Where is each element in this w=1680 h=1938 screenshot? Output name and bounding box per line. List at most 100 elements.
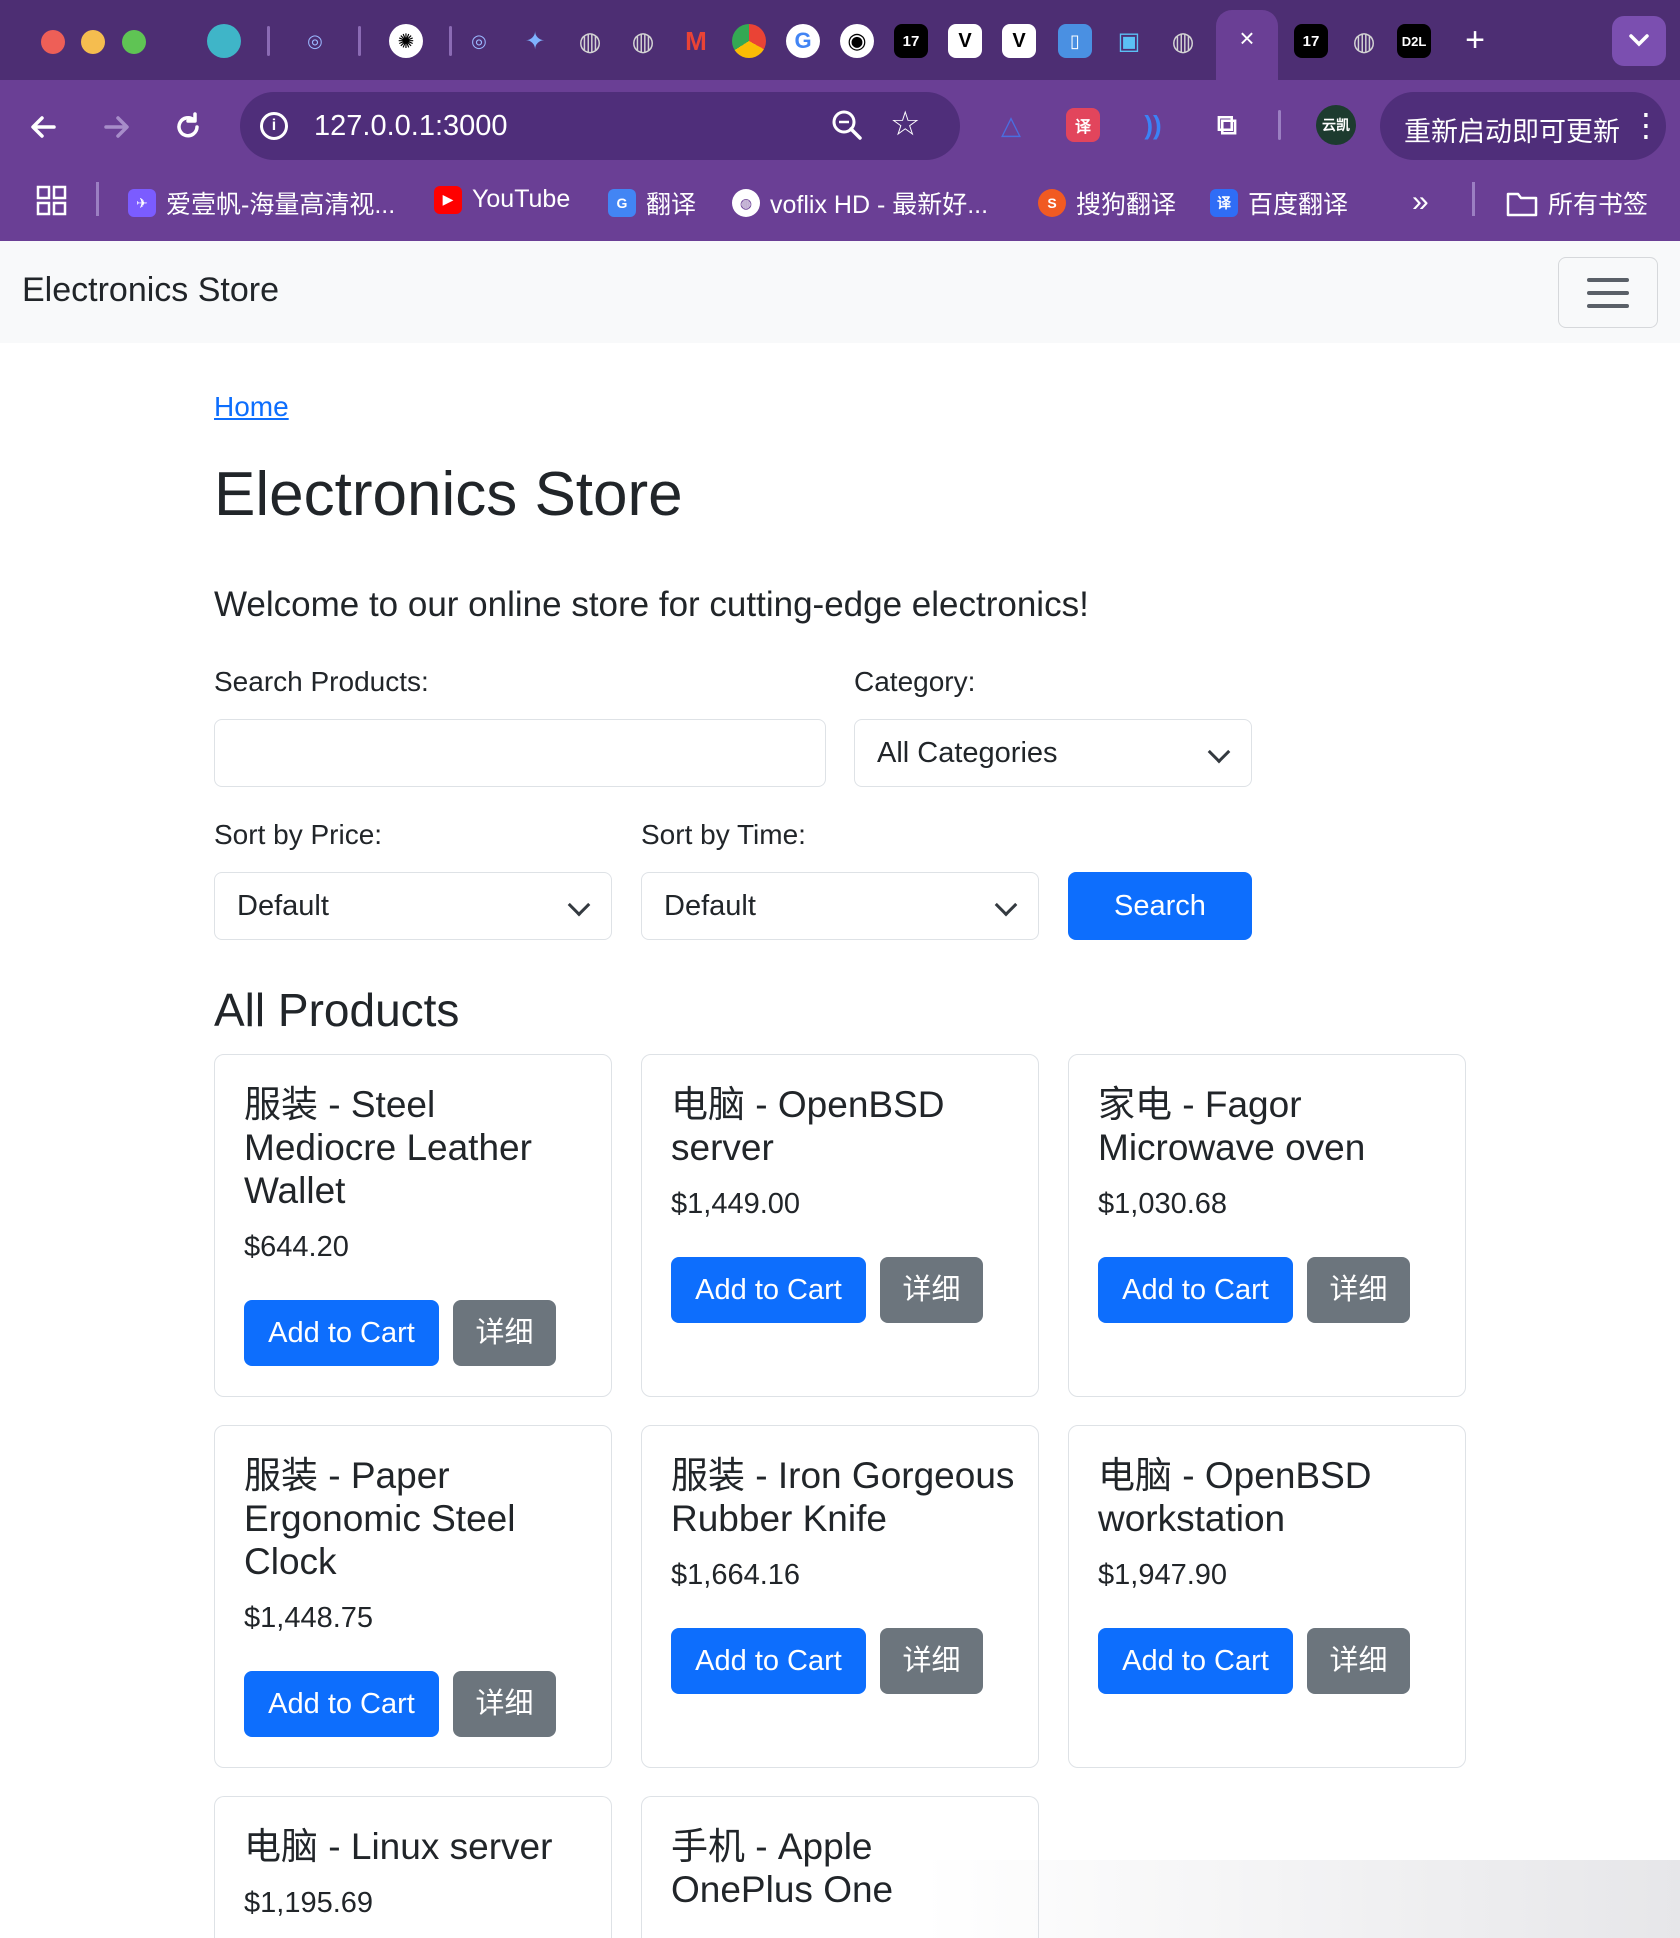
search-input[interactable] — [214, 719, 826, 787]
back-button[interactable] — [24, 107, 64, 147]
minimize-window-button[interactable] — [81, 30, 105, 54]
product-card: 服装 - Steel Mediocre Leather Wallet $644.… — [214, 1054, 612, 1397]
github-icon[interactable]: ◉ — [840, 24, 874, 58]
hamburger-icon — [1587, 278, 1629, 282]
tab-badge-icon[interactable]: 17 — [1294, 24, 1328, 58]
tab-icon[interactable] — [207, 24, 241, 58]
bookmark-divider — [1472, 182, 1475, 216]
tab-badge-icon[interactable]: D2L — [1397, 24, 1431, 58]
tab-badge-icon[interactable]: V — [1002, 24, 1036, 58]
more-bookmarks-icon[interactable]: » — [1412, 185, 1429, 219]
hamburger-icon-bar — [1587, 304, 1629, 308]
bookmark-item[interactable]: ◍ voflix HD - 最新好... — [732, 185, 988, 221]
globe-icon[interactable]: ◍ — [1166, 24, 1200, 58]
new-tab-button[interactable]: + — [1460, 22, 1490, 58]
bilibili-icon[interactable]: ▣ — [1112, 24, 1146, 58]
sort-time-value: Default — [664, 890, 756, 922]
category-select[interactable]: All Categories — [854, 719, 1252, 787]
gmail-icon[interactable]: M — [679, 24, 713, 58]
baidu-translate-icon: 译 — [1210, 189, 1238, 217]
tab-badge-icon[interactable]: V — [948, 24, 982, 58]
all-bookmarks-folder[interactable]: 所有书签 — [1506, 185, 1648, 221]
detail-button[interactable]: 详细 — [453, 1671, 556, 1737]
product-price: $644.20 — [244, 1231, 349, 1263]
globe-icon[interactable]: ◍ — [626, 24, 660, 58]
bookmark-item[interactable]: ✈ 爱壹帆-海量高清视... — [128, 185, 395, 221]
tab-divider — [267, 26, 270, 56]
browser-chrome: ◎ ✺ ◎ ✦ ◍ ◍ M G ◉ 17 V V ▯ ▣ ◍ × 17 ◍ D2… — [0, 0, 1680, 241]
active-tab[interactable]: × — [1216, 10, 1278, 80]
address-url[interactable]: 127.0.0.1:3000 — [314, 110, 508, 143]
extension-triangle-icon[interactable]: △ — [994, 108, 1028, 142]
bookmark-item[interactable]: ▶ YouTube — [434, 185, 570, 214]
zoom-icon[interactable] — [830, 106, 864, 154]
close-window-button[interactable] — [41, 30, 65, 54]
add-to-cart-button[interactable]: Add to Cart — [244, 1671, 439, 1737]
navbar: Electronics Store — [0, 241, 1680, 343]
navbar-toggler-button[interactable] — [1558, 257, 1658, 328]
google-icon[interactable]: G — [786, 24, 820, 58]
globe-icon[interactable]: ◍ — [573, 24, 607, 58]
audio-extension-icon[interactable]: )) — [1136, 108, 1170, 142]
reload-button[interactable] — [168, 107, 208, 147]
product-price: $1,448.75 — [244, 1602, 374, 1634]
sogou-icon: S — [1038, 189, 1066, 217]
breadcrumb-home-link[interactable]: Home — [214, 391, 289, 423]
bookmark-label: 爱壹帆-海量高清视... — [166, 191, 396, 219]
book-icon[interactable]: ▯ — [1058, 24, 1092, 58]
tab-icon[interactable]: ◎ — [298, 24, 332, 58]
detail-button[interactable]: 详细 — [1307, 1628, 1410, 1694]
bookmark-label: 翻译 — [646, 191, 697, 219]
detail-button[interactable]: 详细 — [880, 1257, 983, 1323]
globe-icon[interactable]: ◍ — [1347, 24, 1381, 58]
product-card: 电脑 - Linux server $1,195.69 — [214, 1796, 612, 1938]
product-title: 电脑 - Linux server — [244, 1826, 553, 1867]
chevron-down-icon — [1629, 34, 1649, 47]
add-to-cart-button[interactable]: Add to Cart — [671, 1628, 866, 1694]
address-bar[interactable]: i 127.0.0.1:3000 ☆ — [240, 92, 960, 160]
product-title: 服装 - Steel Mediocre Leather Wallet — [244, 1084, 532, 1211]
product-card: 服装 - Iron Gorgeous Rubber Knife $1,664.1… — [641, 1425, 1039, 1768]
navbar-brand[interactable]: Electronics Store — [22, 271, 279, 310]
add-to-cart-button[interactable]: Add to Cart — [244, 1300, 439, 1366]
globe-icon: ◍ — [732, 189, 760, 217]
tab-badge-icon[interactable]: 17 — [894, 24, 928, 58]
profile-avatar[interactable]: 云凯 — [1316, 105, 1356, 145]
extensions-puzzle-icon[interactable]: ⧉ — [1210, 108, 1244, 142]
product-price: $1,664.16 — [671, 1559, 801, 1591]
apps-grid-icon[interactable] — [36, 185, 68, 217]
detail-button[interactable]: 详细 — [880, 1628, 983, 1694]
welcome-text: Welcome to our online store for cutting-… — [214, 585, 1089, 624]
bookmark-item[interactable]: G 翻译 — [608, 185, 696, 221]
detail-button[interactable]: 详细 — [1307, 1257, 1410, 1323]
more-menu-icon[interactable]: ⋮ — [1630, 106, 1662, 144]
forward-button[interactable] — [96, 107, 136, 147]
add-to-cart-button[interactable]: Add to Cart — [1098, 1628, 1293, 1694]
gemini-icon[interactable]: ✦ — [518, 24, 552, 58]
add-to-cart-button[interactable]: Add to Cart — [1098, 1257, 1293, 1323]
close-tab-icon[interactable]: × — [1235, 25, 1259, 51]
bookmark-item[interactable]: S 搜狗翻译 — [1038, 185, 1176, 221]
arrow-right-icon — [104, 116, 129, 138]
sort-price-select[interactable]: Default — [214, 872, 612, 940]
product-card: 手机 - Apple OnePlus One — [641, 1796, 1039, 1938]
bookmark-item[interactable]: 译 百度翻译 — [1210, 185, 1348, 221]
add-to-cart-button[interactable]: Add to Cart — [671, 1257, 866, 1323]
maximize-window-button[interactable] — [122, 30, 146, 54]
tab-search-button[interactable] — [1612, 16, 1666, 66]
update-label: 重新启动即可更新 — [1404, 117, 1620, 147]
bookmark-star-icon[interactable]: ☆ — [890, 104, 920, 144]
search-button[interactable]: Search — [1068, 872, 1252, 940]
update-button[interactable]: 重新启动即可更新 ⋮ — [1380, 92, 1666, 160]
tab-icon[interactable]: ◎ — [462, 24, 496, 58]
product-price: $1,030.68 — [1098, 1188, 1228, 1220]
folder-icon — [1506, 192, 1538, 217]
chevron-down-icon — [1207, 740, 1231, 764]
translate-extension-icon[interactable]: 译 — [1066, 108, 1100, 142]
site-info-icon[interactable]: i — [260, 112, 288, 140]
openai-icon[interactable]: ✺ — [389, 24, 423, 58]
chrome-icon[interactable] — [732, 24, 766, 58]
sort-time-select[interactable]: Default — [641, 872, 1039, 940]
category-select-value: All Categories — [877, 737, 1058, 769]
detail-button[interactable]: 详细 — [453, 1300, 556, 1366]
